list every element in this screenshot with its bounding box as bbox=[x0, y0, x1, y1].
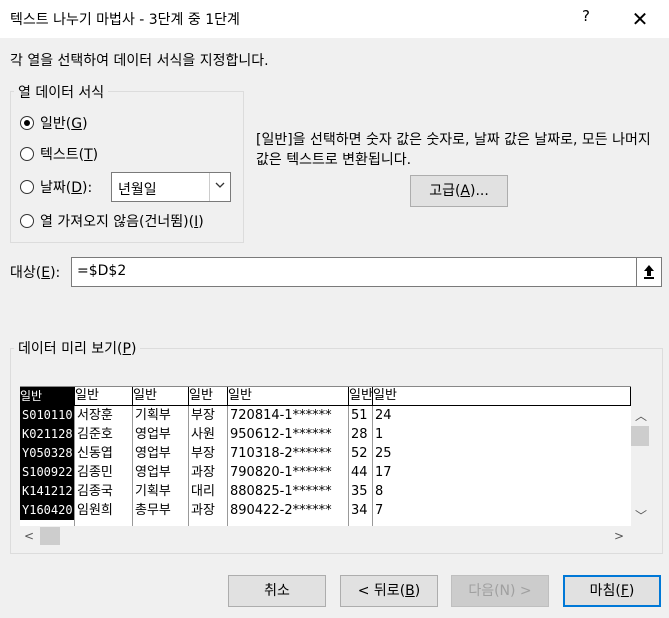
table-cell: S010110 bbox=[20, 406, 74, 425]
format-info-text: [일반]을 선택하면 숫자 값은 숫자로, 날짜 값은 날짜로, 모든 나머지 … bbox=[256, 132, 651, 168]
table-cell: 890422-2****** bbox=[230, 503, 332, 518]
radio-general[interactable]: 일반(G) bbox=[20, 112, 88, 134]
column-header-5[interactable]: 일반 bbox=[228, 387, 349, 405]
table-cell: 44 bbox=[351, 465, 368, 480]
radio-text-label: 텍스트(T) bbox=[40, 147, 99, 163]
table-cell: 7 bbox=[375, 503, 384, 518]
table-cell: 총무부 bbox=[135, 503, 171, 518]
table-cell: Y050328 bbox=[20, 444, 74, 463]
column-header-6[interactable]: 일반 bbox=[349, 387, 373, 405]
table-cell: 710318-2****** bbox=[230, 446, 332, 461]
preview-header-row: 일반 일반 일반 일반 일반 일반 일반 bbox=[20, 387, 631, 406]
scroll-right-icon[interactable]: > bbox=[612, 529, 626, 543]
column-header-3[interactable]: 일반 bbox=[133, 387, 189, 405]
scroll-down-icon[interactable]: ﹀ bbox=[631, 507, 651, 524]
table-cell: 35 bbox=[351, 484, 368, 499]
table-cell: 25 bbox=[375, 446, 392, 461]
table-cell: 52 bbox=[351, 446, 368, 461]
column-header-2[interactable]: 일반 bbox=[75, 387, 133, 405]
table-row: Y050328 신동엽 영업부 부장 710318-2****** 52 25 bbox=[20, 444, 631, 463]
table-cell: 김준호 bbox=[77, 427, 113, 442]
table-cell: 신동엽 bbox=[77, 446, 113, 461]
date-format-value: 년월일 bbox=[118, 182, 157, 198]
table-row: S010110 서장훈 기획부 부장 720814-1****** 51 24 bbox=[20, 406, 631, 425]
table-cell: 영업부 bbox=[135, 446, 171, 461]
table-cell: 기획부 bbox=[135, 408, 171, 423]
date-format-select[interactable]: 년월일 bbox=[111, 172, 231, 202]
table-cell: 과장 bbox=[191, 465, 215, 480]
table-cell: S100922 bbox=[20, 463, 74, 482]
range-select-icon bbox=[644, 265, 654, 279]
table-cell: 영업부 bbox=[135, 427, 171, 442]
radio-date[interactable]: 날짜(D): bbox=[20, 176, 92, 198]
target-value: =$D$2 bbox=[77, 263, 127, 279]
horizontal-scrollbar[interactable] bbox=[20, 526, 631, 546]
table-cell: 17 bbox=[375, 465, 392, 480]
target-input[interactable]: =$D$2 bbox=[71, 257, 637, 287]
scroll-left-icon[interactable]: < bbox=[22, 529, 36, 543]
preview-grid[interactable]: 일반 일반 일반 일반 일반 일반 일반 S010110 서장훈 기획부 부장 7208… bbox=[20, 386, 631, 527]
radio-skip-label: 열 가져오지 않음(건너뜀)(I) bbox=[40, 214, 204, 230]
radio-text-indicator[interactable] bbox=[20, 147, 34, 161]
window-title: 텍스트 나누기 마법사 - 3단계 중 1단계 bbox=[10, 12, 240, 28]
chevron-down-icon[interactable] bbox=[209, 173, 230, 201]
table-cell: 사원 bbox=[191, 427, 215, 442]
advanced-button[interactable]: 고급(A)... bbox=[410, 175, 508, 207]
table-cell: 과장 bbox=[191, 503, 215, 518]
table-cell: 720814-1****** bbox=[230, 408, 332, 423]
column-header-4[interactable]: 일반 bbox=[189, 387, 228, 405]
close-button[interactable]: ✕ bbox=[626, 5, 654, 33]
table-cell: 임원희 bbox=[77, 503, 113, 518]
horizontal-scroll-thumb[interactable] bbox=[40, 527, 60, 545]
collapse-dialog-button[interactable] bbox=[636, 257, 662, 287]
radio-skip[interactable]: 열 가져오지 않음(건너뜀)(I) bbox=[20, 210, 204, 232]
radio-general-indicator[interactable] bbox=[20, 116, 34, 130]
table-cell: 1 bbox=[375, 427, 384, 442]
table-cell: 부장 bbox=[191, 446, 215, 461]
radio-text[interactable]: 텍스트(T) bbox=[20, 143, 98, 165]
target-label: 대상(E): bbox=[10, 265, 61, 281]
column-header-7[interactable]: 일반 bbox=[373, 387, 631, 405]
column-format-group-label: 열 데이터 서식 bbox=[14, 82, 109, 102]
table-cell: K141212 bbox=[20, 482, 74, 501]
table-cell: 부장 bbox=[191, 408, 215, 423]
data-preview-label: 데이터 미리 보기(P) bbox=[14, 338, 141, 358]
table-cell: 51 bbox=[351, 408, 368, 423]
table-cell: 24 bbox=[375, 408, 392, 423]
table-cell: 대리 bbox=[191, 484, 215, 499]
table-row: K021128 김준호 영업부 사원 950612-1****** 28 1 bbox=[20, 425, 631, 444]
next-button[interactable]: 다음(N) > bbox=[451, 575, 549, 607]
finish-button[interactable]: 마침(F) bbox=[563, 575, 661, 607]
radio-date-label: 날짜(D): bbox=[40, 180, 93, 196]
table-cell: 영업부 bbox=[135, 465, 171, 480]
cancel-button[interactable]: 취소 bbox=[228, 575, 326, 607]
table-cell: 기획부 bbox=[135, 484, 171, 499]
table-cell: 서장훈 bbox=[77, 408, 113, 423]
table-cell: 28 bbox=[351, 427, 368, 442]
scroll-up-icon[interactable]: ︿ bbox=[631, 407, 651, 424]
radio-general-label: 일반(G) bbox=[40, 116, 88, 132]
back-button[interactable]: < 뒤로(B) bbox=[340, 575, 438, 607]
table-cell: 880825-1****** bbox=[230, 484, 332, 499]
radio-skip-indicator[interactable] bbox=[20, 214, 34, 228]
table-cell: 790820-1****** bbox=[230, 465, 332, 480]
table-cell: 950612-1****** bbox=[230, 427, 332, 442]
table-cell: K021128 bbox=[20, 425, 74, 444]
column-header-1[interactable]: 일반 bbox=[20, 387, 75, 405]
table-cell: 34 bbox=[351, 503, 368, 518]
table-row: K141212 김종국 기획부 대리 880825-1****** 35 8 bbox=[20, 482, 631, 501]
help-button[interactable]: ? bbox=[576, 7, 596, 31]
table-cell: 김종민 bbox=[77, 465, 113, 480]
table-cell: 김종국 bbox=[77, 484, 113, 499]
wizard-description: 각 열을 선택하여 데이터 서식을 지정합니다. bbox=[10, 53, 269, 69]
vertical-scroll-thumb[interactable] bbox=[631, 426, 649, 446]
table-cell: Y160420 bbox=[20, 501, 74, 520]
table-cell: 8 bbox=[375, 484, 384, 499]
table-row: Y160420 임원희 총무부 과장 890422-2****** 34 7 bbox=[20, 501, 631, 520]
radio-date-indicator[interactable] bbox=[20, 180, 34, 194]
table-row: S100922 김종민 영업부 과장 790820-1****** 44 17 bbox=[20, 463, 631, 482]
